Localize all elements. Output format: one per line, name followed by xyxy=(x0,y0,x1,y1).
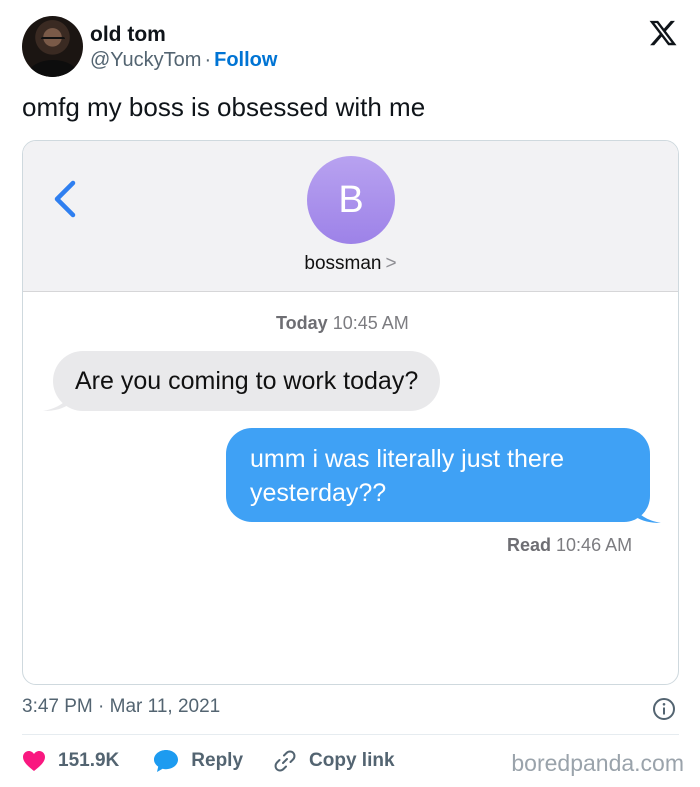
divider xyxy=(22,734,679,735)
contact-name-row[interactable]: bossman > xyxy=(23,253,678,275)
incoming-message-bubble: Are you coming to work today? xyxy=(53,351,441,411)
tweet-time[interactable]: 3:47 PM xyxy=(22,696,93,717)
read-receipt: Read 10:46 AM xyxy=(507,535,632,556)
author-name[interactable]: old tom xyxy=(90,23,166,47)
read-label: Read xyxy=(507,535,552,555)
author-handle[interactable]: @YuckyTom xyxy=(90,49,201,71)
follow-button[interactable]: Follow xyxy=(214,49,277,71)
incoming-message-text: Are you coming to work today? xyxy=(75,366,419,395)
handle-separator: · xyxy=(204,49,212,71)
outgoing-message-line1: umm i was literally just there xyxy=(250,445,564,473)
tweet-card: old tom @YuckyTom · Follow omfg my boss is… xyxy=(0,0,700,787)
meta-separator: · xyxy=(98,696,105,717)
heart-icon xyxy=(23,751,45,771)
x-logo-icon[interactable] xyxy=(648,18,678,48)
tweet-meta: 3:47 PM · Mar 11, 2021 xyxy=(22,696,220,718)
tweet-text: omfg my boss is obsessed with me xyxy=(22,92,426,122)
copy-link-button[interactable]: Copy link xyxy=(273,749,395,773)
like-button[interactable]: 151.9K xyxy=(22,750,119,772)
outgoing-message-bubble: umm i was literally just there yesterday… xyxy=(226,428,650,522)
tweet-date[interactable]: Mar 11, 2021 xyxy=(110,696,221,717)
tweet-header: old tom @YuckyTom · Follow xyxy=(22,16,682,78)
avatar-glasses xyxy=(41,37,65,43)
author-avatar[interactable] xyxy=(22,16,83,77)
action-bar: 151.9K Reply Copy link xyxy=(22,745,395,777)
watermark: boredpanda.com xyxy=(511,750,684,776)
timestamp-time: 10:45 AM xyxy=(332,313,409,333)
reply-bubble-icon xyxy=(154,750,179,772)
copy-link-label: Copy link xyxy=(309,750,395,771)
outgoing-message-line2: yesterday?? xyxy=(250,479,387,507)
chevron-right-icon: > xyxy=(385,253,397,274)
avatar-shirt xyxy=(28,60,78,77)
like-count: 151.9K xyxy=(58,750,120,771)
info-icon[interactable] xyxy=(652,697,676,721)
handle-line: @YuckyTom · Follow xyxy=(90,49,277,72)
contact-avatar[interactable]: B xyxy=(307,156,395,244)
contact-name: bossman xyxy=(304,253,382,274)
read-time: 10:46 AM xyxy=(556,535,633,555)
reply-button[interactable]: Reply xyxy=(153,749,243,773)
timestamp-day: Today xyxy=(276,313,328,333)
back-chevron-icon[interactable] xyxy=(47,177,83,221)
message-timestamp: Today 10:45 AM xyxy=(276,313,409,334)
screenshot-card[interactable]: B bossman > Today 10:45 AM Are you coming… xyxy=(22,140,679,685)
link-icon xyxy=(274,750,296,772)
reply-label: Reply xyxy=(191,750,244,771)
imessage-header: B bossman > xyxy=(23,141,678,292)
